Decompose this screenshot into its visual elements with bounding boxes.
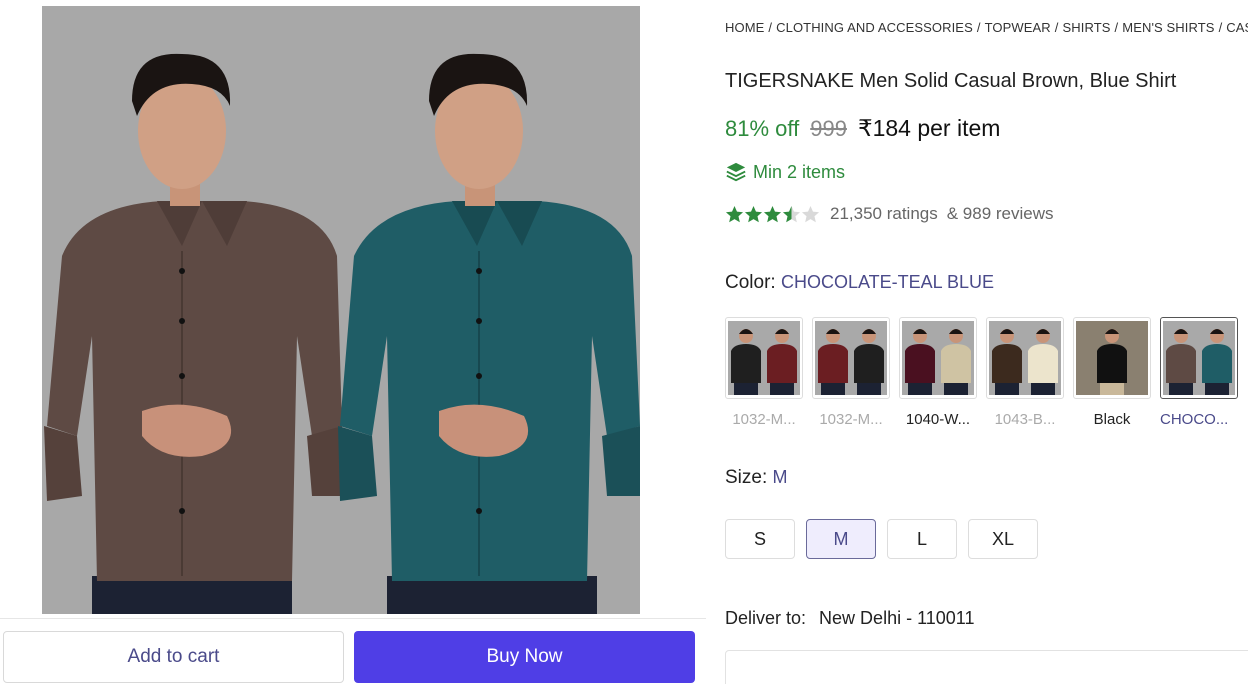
breadcrumb-separator: /	[768, 20, 773, 35]
action-bar: Add to cart Buy Now	[0, 618, 706, 684]
breadcrumb-casual[interactable]: CASUAL	[1226, 20, 1248, 35]
breadcrumb-separator: /	[1114, 20, 1119, 35]
layers-icon	[726, 162, 746, 182]
buy-now-button[interactable]: Buy Now	[354, 631, 695, 683]
product-photo	[42, 6, 640, 614]
color-swatch[interactable]: 1043-B...	[986, 317, 1064, 428]
size-heading: Size:	[725, 467, 768, 488]
swatch-caption: CHOCO...	[1160, 411, 1229, 428]
size-option-xl[interactable]: XL	[968, 519, 1038, 559]
swatch-caption: 1032-M...	[819, 411, 883, 428]
size-label: Size: M	[725, 467, 788, 489]
color-swatch[interactable]: CHOCO...	[1160, 317, 1238, 428]
product-image[interactable]	[42, 6, 640, 614]
mrp-price: 999	[810, 116, 847, 141]
breadcrumb-clothing[interactable]: CLOTHING AND ACCESSORIES	[776, 20, 973, 35]
color-swatch[interactable]: 1032-M...	[725, 317, 803, 428]
min-items-badge: Min 2 items	[725, 161, 845, 183]
swatch-caption: 1032-M...	[732, 411, 796, 428]
swatch-image	[815, 321, 887, 395]
swatch-thumbnail	[986, 317, 1064, 399]
size-option-l[interactable]: L	[887, 519, 957, 559]
breadcrumb-mens-shirts[interactable]: MEN'S SHIRTS	[1122, 20, 1214, 35]
selected-size: M	[772, 467, 788, 487]
breadcrumb-separator: /	[1218, 20, 1223, 35]
breadcrumb-home[interactable]: HOME	[725, 20, 764, 35]
swatch-caption: 1043-B...	[994, 411, 1056, 428]
breadcrumb-separator: /	[976, 20, 981, 35]
swatch-thumbnail	[899, 317, 977, 399]
swatch-image	[902, 321, 974, 395]
color-swatch[interactable]: 1032-M...	[812, 317, 890, 428]
star-icon	[725, 205, 744, 222]
breadcrumb: HOME / CLOTHING AND ACCESSORIES / TOPWEAR / SH…	[725, 20, 1248, 35]
selling-price: ₹184 per item	[857, 115, 1001, 141]
swatch-image	[989, 321, 1061, 395]
reviews-count: & 989 reviews	[946, 204, 1054, 223]
deliver-to: Deliver to: New Delhi - 110011	[725, 608, 974, 629]
breadcrumb-shirts[interactable]: SHIRTS	[1063, 20, 1111, 35]
swatch-caption: 1040-W...	[905, 411, 971, 428]
color-swatch[interactable]: 1040-W...	[899, 317, 977, 428]
swatch-image	[1076, 321, 1148, 395]
discount-label: 81% off	[725, 116, 800, 141]
breadcrumb-topwear[interactable]: TOPWEAR	[985, 20, 1051, 35]
size-options: S M L XL	[725, 519, 1049, 559]
star-rating	[725, 205, 820, 224]
swatch-caption: Black	[1093, 411, 1131, 428]
add-to-cart-button[interactable]: Add to cart	[3, 631, 344, 683]
star-icon	[782, 205, 801, 222]
swatch-image	[728, 321, 800, 395]
product-details: HOME / CLOTHING AND ACCESSORIES / TOPWEAR / SH…	[725, 0, 1248, 684]
color-swatches: 1032-M... 1032-M... 1040-W... 1043-B... Blac…	[725, 317, 1247, 428]
size-option-s[interactable]: S	[725, 519, 795, 559]
breadcrumb-separator: /	[1054, 20, 1059, 35]
ratings-count: 21,350 ratings	[830, 204, 938, 223]
product-title: TIGERSNAKE Men Solid Casual Brown, Blue …	[725, 70, 1177, 92]
swatch-thumbnail	[812, 317, 890, 399]
min-items-label: Min 2 items	[753, 161, 846, 182]
star-icon	[801, 205, 820, 222]
color-label: Color: CHOCOLATE-TEAL BLUE	[725, 272, 994, 294]
rating-row[interactable]: 21,350 ratings & 989 reviews	[725, 204, 1054, 224]
color-heading: Color:	[725, 272, 776, 293]
deliver-label: Deliver to:	[725, 608, 807, 628]
star-icon	[763, 205, 782, 222]
star-icon	[744, 205, 763, 222]
delivery-box[interactable]	[725, 650, 1248, 684]
selected-color: CHOCOLATE-TEAL BLUE	[780, 272, 995, 292]
swatch-thumbnail	[725, 317, 803, 399]
swatch-image	[1163, 321, 1235, 395]
swatch-thumbnail	[1073, 317, 1151, 399]
price-row: 81% off 999 ₹184 per item	[725, 115, 1000, 142]
delivery-location[interactable]: New Delhi - 110011	[819, 608, 974, 628]
color-swatch[interactable]: Black	[1073, 317, 1151, 428]
size-option-m[interactable]: M	[806, 519, 876, 559]
swatch-thumbnail	[1160, 317, 1238, 399]
